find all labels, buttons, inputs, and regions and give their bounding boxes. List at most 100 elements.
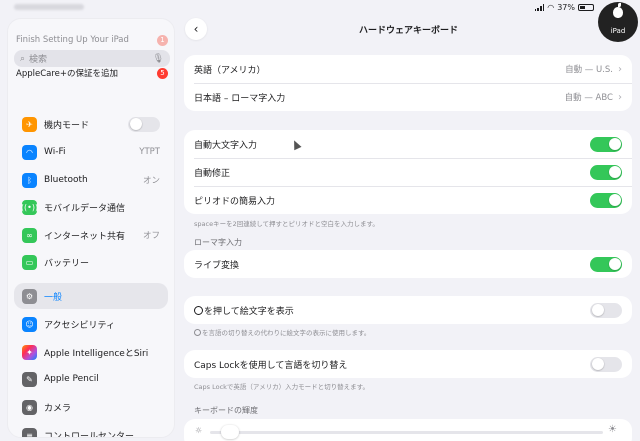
sidebar-item-battery[interactable]: ▭ バッテリー <box>14 249 168 275</box>
setup-item-label: Finish Setting Up Your iPad <box>16 35 129 45</box>
caps-lock-toggle[interactable] <box>590 356 622 372</box>
row-label: ライブ変換 <box>194 260 240 271</box>
keyboard-row-english[interactable]: 英語（アメリカ） 自動 — U.S. › <box>184 55 632 83</box>
chevron-right-icon: › <box>618 91 622 103</box>
brightness-low-icon: ☼ <box>195 426 203 435</box>
sidebar-item-value: オン <box>142 176 160 186</box>
status-time-blurred <box>14 4 84 10</box>
control-center-icon: ≡ <box>22 427 37 437</box>
wifi-icon: ◠ <box>22 144 37 160</box>
brightness-slider-track[interactable] <box>210 431 603 434</box>
sidebar-item-siri[interactable]: ✦ Apple IntelligenceとSiri <box>14 339 168 365</box>
chevron-right-icon: › <box>618 63 622 75</box>
sidebar-item-label: インターネット共有 <box>44 231 126 242</box>
status-bar: ◠ 37% <box>0 0 640 16</box>
sidebar-item-accessibility[interactable]: ☺ アクセシビリティ <box>14 311 168 337</box>
sidebar-item-label: アクセシビリティ <box>44 320 116 331</box>
typing-options-group: 自動大文字入力 自動修正 ピリオドの簡易入力 <box>184 130 632 214</box>
brightness-section-header: キーボードの輝度 <box>194 406 258 415</box>
caps-lock-footnote: Caps Lockで英語（アメリカ）入力モードと切り替えます。 <box>194 383 369 391</box>
globe-icon <box>194 329 201 336</box>
sidebar-item-label: バッテリー <box>44 258 90 269</box>
sidebar: Finish Setting Up Your iPad 1 ⌕ 検索 🎙 App… <box>7 18 175 438</box>
auto-capitalization-row: 自動大文字入力 <box>184 130 632 158</box>
airplane-icon: ✈ <box>22 116 37 132</box>
emoji-footnote-text: を言語の切り替えの代わりに絵文字の表示に使用します。 <box>202 329 371 337</box>
sidebar-item-wifi[interactable]: ◠ Wi-Fi YTPT <box>14 139 168 165</box>
apple-icon <box>613 3 623 18</box>
auto-correction-toggle[interactable] <box>590 164 622 180</box>
row-label: Caps Lockを使用して言語を切り替え <box>194 360 348 371</box>
sidebar-item-value: オフ <box>142 231 160 241</box>
sidebar-item-hotspot[interactable]: ∞ インターネット共有 オフ <box>14 222 168 248</box>
emoji-toggle[interactable] <box>590 302 622 318</box>
sidebar-item-airplane-mode[interactable]: ✈ 機内モード <box>14 111 168 137</box>
period-shortcut-toggle[interactable] <box>590 192 622 208</box>
microphone-icon[interactable]: 🎙 <box>153 54 164 64</box>
brightness-high-icon: ☀ <box>608 424 617 435</box>
brightness-slider-thumb[interactable] <box>221 425 240 439</box>
row-value: 自動 — ABC <box>564 93 613 103</box>
live-conversion-group: ライブ変換 <box>184 250 632 278</box>
siri-icon: ✦ <box>22 344 37 360</box>
sidebar-item-bluetooth[interactable]: ᛒ Bluetooth オン <box>14 167 168 193</box>
row-label: ピリオドの簡易入力 <box>194 196 276 207</box>
live-conversion-toggle[interactable] <box>590 256 622 272</box>
sidebar-item-cellular[interactable]: ((•)) モバイルデータ通信 <box>14 194 168 220</box>
auto-correction-row: 自動修正 <box>184 158 632 186</box>
globe-icon <box>194 305 203 315</box>
battery-icon: ▭ <box>22 254 37 270</box>
sidebar-item-control-center[interactable]: ≡ コントロールセンター <box>14 422 168 438</box>
sidebar-item-label: コントロールセンター <box>44 431 135 438</box>
emoji-group: を押して絵文字を表示 <box>184 296 632 324</box>
sidebar-item-camera[interactable]: ◉ カメラ <box>14 394 168 420</box>
camera-icon: ◉ <box>22 399 37 415</box>
search-icon: ⌕ <box>20 53 26 64</box>
sidebar-item-apple-pencil[interactable]: ✎ Apple Pencil <box>14 366 168 392</box>
status-indicators: ◠ 37% <box>534 3 594 12</box>
setup-item-finish[interactable]: Finish Setting Up Your iPad 1 <box>16 32 168 48</box>
setup-count-badge: 5 <box>157 67 168 79</box>
sidebar-item-label: Wi-Fi <box>44 147 66 157</box>
apple-logo-badge: iPad <box>598 2 638 42</box>
page-title: ハードウェアキーボード <box>358 26 458 36</box>
setup-count-badge: 1 <box>157 34 168 46</box>
battery-percent: 37% <box>557 3 575 12</box>
keyboard-row-japanese[interactable]: 日本語 – ローマ字入力 自動 — ABC › <box>184 83 632 111</box>
setup-item-label: AppleCare+の保証を追加 <box>16 69 119 79</box>
row-label: を押して絵文字を表示 <box>194 304 294 317</box>
row-label: 自動修正 <box>194 168 231 179</box>
link-icon: ∞ <box>22 227 37 243</box>
airplane-mode-toggle[interactable] <box>128 116 160 132</box>
row-label: 日本語 – ローマ字入力 <box>194 93 286 104</box>
row-value: 自動 — U.S. <box>565 65 613 75</box>
emoji-footnote: を言語の切り替えの代わりに絵文字の表示に使用します。 <box>194 327 370 337</box>
sidebar-item-label: Apple IntelligenceとSiri <box>44 348 149 359</box>
battery-status-icon <box>578 4 594 11</box>
emoji-row: を押して絵文字を表示 <box>184 296 632 324</box>
wifi-status-icon: ◠ <box>547 3 555 12</box>
setup-item-applecare[interactable]: AppleCare+の保証を追加 5 <box>16 65 168 81</box>
brightness-group <box>184 419 632 441</box>
accessibility-icon: ☺ <box>22 316 37 332</box>
period-footnote: spaceキーを2回連続して押すとピリオドと空白を入力します。 <box>194 220 379 228</box>
auto-capitalization-toggle[interactable] <box>590 136 622 152</box>
sidebar-item-label: 一般 <box>44 292 63 303</box>
search-placeholder: 検索 <box>29 55 48 65</box>
romaji-section-header: ローマ字入力 <box>194 238 242 247</box>
pencil-icon: ✎ <box>22 371 37 387</box>
live-conversion-row: ライブ変換 <box>184 250 632 278</box>
signal-icon <box>534 4 545 11</box>
sidebar-item-label: カメラ <box>44 403 72 414</box>
gear-icon: ⚙ <box>22 288 37 304</box>
sidebar-item-label: モバイルデータ通信 <box>44 203 126 214</box>
sidebar-item-label: 機内モード <box>44 120 90 131</box>
sidebar-item-general[interactable]: ⚙ 一般 <box>14 283 168 309</box>
keyboard-layouts-group: 英語（アメリカ） 自動 — U.S. › 日本語 – ローマ字入力 自動 — A… <box>184 55 632 111</box>
caps-lock-group: Caps Lockを使用して言語を切り替え <box>184 350 632 378</box>
sidebar-item-label: Apple Pencil <box>44 374 99 384</box>
sidebar-item-label: Bluetooth <box>44 175 88 185</box>
antenna-icon: ((•)) <box>21 199 38 215</box>
caps-lock-row: Caps Lockを使用して言語を切り替え <box>184 350 632 378</box>
period-shortcut-row: ピリオドの簡易入力 <box>184 186 632 214</box>
